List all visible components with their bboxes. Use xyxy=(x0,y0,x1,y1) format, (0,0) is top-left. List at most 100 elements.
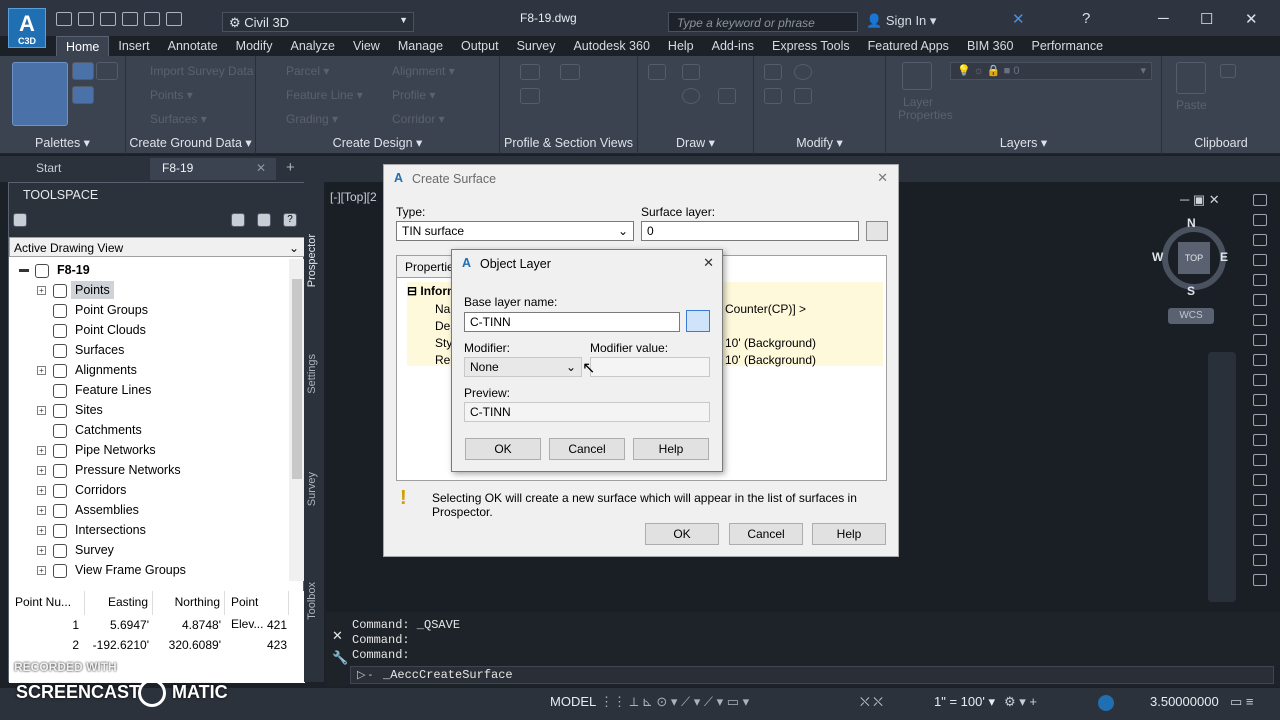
type-dropdown[interactable]: TIN surface ⌄ xyxy=(396,221,634,241)
tool-palette-icon[interactable] xyxy=(1253,554,1267,566)
property-value[interactable]: 10' (Background) xyxy=(725,353,816,367)
print-icon[interactable] xyxy=(122,12,138,26)
tree-item-alignments[interactable]: + Alignments xyxy=(9,361,287,381)
exchange-icon[interactable]: ✕ xyxy=(1012,10,1025,28)
cut-icon[interactable] xyxy=(1220,64,1236,78)
model-space-toggle[interactable]: MODEL xyxy=(550,694,596,709)
tree-item-pressure-networks[interactable]: + Pressure Networks xyxy=(9,461,287,481)
parcel-button[interactable]: Parcel ▾ xyxy=(286,64,329,78)
ribbon-tab-featured-apps[interactable]: Featured Apps xyxy=(859,36,958,56)
property-value[interactable]: 10' (Background) xyxy=(725,336,816,350)
grid-header[interactable]: Point Nu... xyxy=(9,591,85,615)
tool-palette-icon[interactable] xyxy=(1253,514,1267,526)
expand-icon[interactable]: + xyxy=(37,286,46,295)
grid-cell[interactable]: 421 xyxy=(225,615,287,635)
tool-palette-icon[interactable] xyxy=(1253,334,1267,346)
tool-palette-icon[interactable] xyxy=(1253,434,1267,446)
tab-f8-19[interactable]: F8-19 ✕ xyxy=(150,158,276,180)
compass-west[interactable]: W xyxy=(1152,250,1163,264)
ribbon-tab-modify[interactable]: Modify xyxy=(227,36,282,56)
tool-palette-icon[interactable] xyxy=(1253,354,1267,366)
layer-picker-icon[interactable] xyxy=(686,310,710,332)
copy-icon[interactable] xyxy=(764,88,782,104)
viewport-window-controls[interactable]: ─ ▣ ✕ xyxy=(1180,192,1220,208)
expand-icon[interactable]: + xyxy=(37,486,46,495)
toolspace-menu-icon[interactable] xyxy=(13,213,27,227)
close-icon[interactable]: ✕ xyxy=(703,255,714,271)
tree-item-feature-lines[interactable]: Feature Lines xyxy=(9,381,287,401)
rectangle-icon[interactable] xyxy=(718,88,736,104)
close-icon[interactable]: ✕ xyxy=(877,170,888,186)
compass-north[interactable]: N xyxy=(1187,216,1196,230)
properties-icon[interactable] xyxy=(72,86,94,104)
tab-toolbox[interactable]: Toolbox xyxy=(306,582,318,620)
grid-cell[interactable]: -192.6210' xyxy=(85,635,149,655)
tree-scroll-thumb[interactable] xyxy=(292,279,302,479)
ribbon-tab-bim-360[interactable]: BIM 360 xyxy=(958,36,1023,56)
tool-palette-icon[interactable] xyxy=(1253,394,1267,406)
circle-icon[interactable] xyxy=(682,88,700,104)
help-button[interactable]: Help xyxy=(812,523,886,545)
toolspace-icon[interactable] xyxy=(12,62,68,126)
ribbon-tab-view[interactable]: View xyxy=(344,36,389,56)
ribbon-tab-insert[interactable]: Insert xyxy=(109,36,158,56)
grid-cell[interactable]: 2 xyxy=(9,635,79,655)
isolate-objects-icon[interactable] xyxy=(1098,695,1114,711)
close-tab-icon[interactable]: ✕ xyxy=(256,161,266,175)
ribbon-tab-autodesk-360[interactable]: Autodesk 360 xyxy=(564,36,658,56)
tab-survey[interactable]: Survey xyxy=(306,472,318,506)
ribbon-tab-add-ins[interactable]: Add-ins xyxy=(703,36,763,56)
wcs-menu[interactable]: WCS xyxy=(1168,308,1214,324)
list-view-icon[interactable] xyxy=(257,213,271,227)
viewcube-top[interactable]: TOP xyxy=(1178,242,1210,274)
customization-icon[interactable]: ▭ ≡ xyxy=(1230,694,1253,710)
tool-palette-icon[interactable] xyxy=(1253,234,1267,246)
grid-header[interactable]: Northing xyxy=(153,591,225,615)
app-logo[interactable]: A C3D xyxy=(8,8,46,48)
surfaces-button[interactable]: Surfaces ▾ xyxy=(150,112,207,126)
tool-palette-icon[interactable] xyxy=(1253,454,1267,466)
feature-line-button[interactable]: Feature Line ▾ xyxy=(286,88,363,102)
tool-palette-icon[interactable] xyxy=(1253,214,1267,226)
redo-icon[interactable] xyxy=(166,12,182,26)
new-icon[interactable] xyxy=(56,12,72,26)
grid-cell[interactable]: 320.6089' xyxy=(153,635,221,655)
expand-icon[interactable]: + xyxy=(37,446,46,455)
base-layer-input[interactable]: C-TINN xyxy=(464,312,680,332)
layer-properties-button[interactable]: Layer Properties xyxy=(898,96,953,122)
collapse-icon[interactable]: ▬ xyxy=(19,261,29,279)
tree-item-point-groups[interactable]: Point Groups xyxy=(9,301,287,321)
ok-button[interactable]: OK xyxy=(465,438,541,460)
command-input[interactable]: ▷ - _AeccCreateSurface xyxy=(350,666,1274,684)
tree-item-points[interactable]: + Points xyxy=(9,281,287,301)
elevation-readout[interactable]: 3.50000000 xyxy=(1150,694,1219,709)
tool-palette-icon[interactable] xyxy=(1253,534,1267,546)
profile-view-icon[interactable] xyxy=(520,64,540,80)
annotation-scale[interactable]: 1" = 100' ▾ xyxy=(934,694,995,710)
expand-icon[interactable]: + xyxy=(37,406,46,415)
panel-label[interactable]: Profile & Section Views xyxy=(500,136,637,150)
annotation-icon[interactable]: ⛌ ⛌ xyxy=(860,694,883,710)
navigation-bar[interactable] xyxy=(1208,352,1236,602)
help-icon[interactable]: ? xyxy=(283,213,297,227)
open-icon[interactable] xyxy=(78,12,94,26)
layer-properties-icon[interactable] xyxy=(902,62,932,90)
expand-icon[interactable]: + xyxy=(37,566,46,575)
layer-dropdown[interactable]: 💡 ☼ 🔒 ■ 0 ▾ xyxy=(950,62,1152,80)
tab-start[interactable]: Start xyxy=(24,158,150,180)
ribbon-tab-survey[interactable]: Survey xyxy=(508,36,565,56)
expand-icon[interactable]: + xyxy=(37,506,46,515)
ribbon-tab-analyze[interactable]: Analyze xyxy=(281,36,343,56)
sign-in-button[interactable]: 👤 Sign In ▾ xyxy=(866,13,936,29)
grid-cell[interactable]: 5.6947' xyxy=(85,615,149,635)
settings-icon[interactable] xyxy=(96,62,118,80)
points-button[interactable]: Points ▾ xyxy=(150,88,193,102)
tool-palette-icon[interactable] xyxy=(1253,294,1267,306)
undo-icon[interactable] xyxy=(144,12,160,26)
tree-item-catchments[interactable]: Catchments xyxy=(9,421,287,441)
tree-item-survey[interactable]: + Survey xyxy=(9,541,287,561)
search-input[interactable]: Type a keyword or phrase xyxy=(668,12,858,32)
panel-label[interactable]: Create Ground Data ▾ xyxy=(126,135,255,150)
alignment-button[interactable]: Alignment ▾ xyxy=(392,64,455,78)
ribbon-tab-home[interactable]: Home xyxy=(56,36,110,56)
